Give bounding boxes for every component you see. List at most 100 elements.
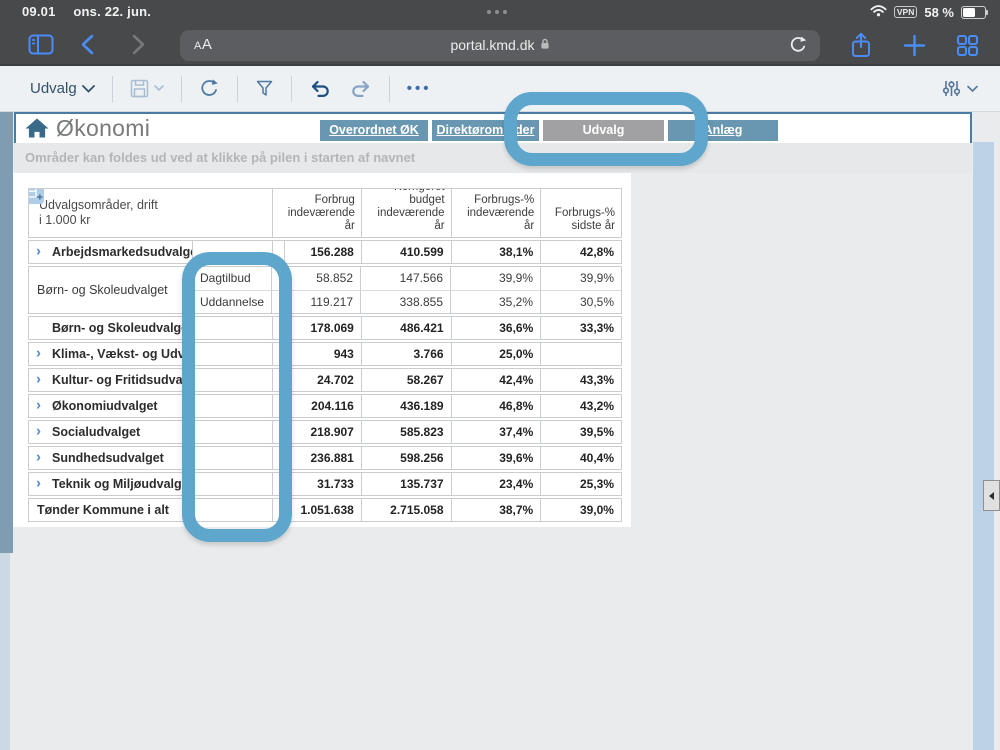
row-label-text: Teknik og Miljøudvalget [52, 477, 193, 491]
url-text: portal.kmd.dk [450, 37, 534, 53]
vpn-badge: VPN [894, 6, 917, 19]
budget-table: Udvalgsområder, drift i 1.000 kr Forbrug… [28, 188, 622, 524]
expand-chevron-icon[interactable]: › [36, 474, 41, 491]
value-cell: 25,0% [452, 343, 542, 365]
battery-icon [961, 6, 986, 19]
value-cell: 585.823 [362, 421, 452, 443]
value-cell: 38,7% [452, 499, 542, 521]
value-cell: 24.702 [285, 369, 362, 391]
value-cell: 156.288 [285, 241, 362, 263]
column-header: Forbrug indeværende år [273, 189, 362, 237]
table-row: ›Teknik og Miljøudvalget31.733135.73723,… [28, 472, 622, 496]
multitasking-dots-icon [487, 10, 507, 14]
value-cell: 37,4% [452, 421, 542, 443]
value-cell: 119.217 [284, 291, 361, 314]
app-toolbar: Udvalg ••• [0, 66, 1000, 112]
wifi-icon [870, 4, 887, 20]
table-row: ›Arbejdsmarkedsudvalget156.288410.59938,… [28, 240, 622, 264]
value-cell: 46,8% [452, 395, 542, 417]
left-border-strip-lower [0, 553, 10, 750]
date: ons. 22. jun. [73, 4, 151, 19]
ipad-screen: { "status_bar": { "time": "09.01", "date… [0, 0, 1000, 750]
value-cell: 3.766 [362, 343, 452, 365]
row-label: › Arbejdsmarkedsudvalget [29, 241, 193, 263]
corner-header-line2: i 1.000 kr [39, 213, 272, 228]
expand-chevron-icon[interactable]: › [36, 396, 41, 413]
value-cell: 33,3% [541, 317, 621, 339]
left-triangle-icon [989, 492, 994, 500]
value-cell: 58.852 [284, 267, 361, 290]
table-row: ›Socialudvalget218.907585.82337,4%39,5% [28, 420, 622, 444]
table-row: ›Kultur- og Fritidsudvalget24.70258.2674… [28, 368, 622, 392]
value-cell: 147.566 [361, 267, 451, 290]
back-button[interactable] [80, 34, 94, 60]
expand-chevron-icon[interactable]: › [36, 242, 41, 259]
row-label-text: Arbejdsmarkedsudvalget [52, 245, 193, 259]
status-bar: 09.01 ons. 22. jun. VPN 58 % [0, 0, 1000, 26]
browser-nav-bar: AA portal.kmd.dk [0, 26, 1000, 66]
value-cell: 39,9% [541, 267, 621, 290]
filter-icon[interactable] [255, 79, 274, 98]
sidebar-icon[interactable] [28, 34, 54, 60]
table-row: Børn- og SkoleudvalgetDagtilbud58.852147… [28, 266, 622, 314]
expand-chevron-icon[interactable]: › [36, 370, 41, 387]
value-cell: 39,6% [452, 447, 542, 469]
table-header-row: Udvalgsområder, drift i 1.000 kr Forbrug… [28, 188, 622, 238]
value-cell: 42,4% [452, 369, 542, 391]
value-cell: 36,6% [452, 317, 542, 339]
expand-chevron-icon[interactable]: › [36, 422, 41, 439]
display-settings-dropdown[interactable] [942, 79, 978, 98]
new-tab-icon[interactable] [903, 34, 926, 62]
share-icon[interactable] [849, 32, 873, 64]
row-label: › Økonomiudvalget [29, 395, 193, 417]
value-cell: 25,3% [541, 473, 621, 495]
table-row: ›Økonomiudvalget204.116436.18946,8%43,2% [28, 394, 622, 418]
row-label: ›Kultur- og Fritidsudvalget [29, 369, 193, 391]
value-cell: 943 [285, 343, 362, 365]
row-label: › Teknik og Miljøudvalget [29, 473, 193, 495]
row-label-text: Klima-, Vækst- og Udviklingsudvalget [52, 347, 193, 361]
row-label-text: Socialudvalget [52, 425, 140, 439]
value-cell: 40,4% [541, 447, 621, 469]
value-cell: 58.267 [362, 369, 452, 391]
expand-chevron-icon[interactable]: › [36, 448, 41, 465]
row-label: › Klima-, Vækst- og Udviklingsudvalget [29, 343, 193, 365]
corner-header-line1: Udvalgsområder, drift [39, 198, 272, 213]
right-panel-strip [973, 142, 994, 750]
tab-overordnet-øk[interactable]: Overordnet ØK [320, 120, 428, 141]
redo-button[interactable] [349, 80, 372, 97]
expand-chevron-icon[interactable]: › [36, 344, 41, 361]
view-selector-dropdown[interactable]: Udvalg [30, 80, 95, 97]
value-cell: 39,9% [451, 267, 541, 290]
address-bar[interactable]: AA portal.kmd.dk [180, 30, 820, 61]
expand-all-icon[interactable] [29, 189, 44, 204]
collapse-panel-button[interactable] [983, 480, 1000, 511]
page-title: Økonomi [56, 115, 150, 142]
clock: 09.01 [22, 4, 56, 19]
row-label-text: Børn- og Skoleudvalget [52, 321, 192, 335]
view-selector-label: Udvalg [30, 80, 77, 97]
forward-button[interactable] [132, 34, 146, 60]
value-cell: 42,8% [541, 241, 621, 263]
row-label-text: Økonomiudvalget [52, 399, 158, 413]
left-border-strip [0, 112, 13, 553]
undo-button[interactable] [309, 80, 332, 97]
row-label-text: Tønder Kommune i alt [37, 503, 169, 517]
value-cell: 35,2% [451, 291, 541, 314]
value-cell: 436.189 [362, 395, 452, 417]
value-cell: 598.256 [362, 447, 452, 469]
home-icon[interactable] [24, 117, 50, 144]
value-cell: 338.855 [361, 291, 451, 314]
tabs-overview-icon[interactable] [956, 34, 979, 62]
save-button[interactable] [130, 79, 164, 98]
value-cell: 2.715.058 [362, 499, 452, 521]
value-cell: 43,3% [541, 369, 621, 391]
value-cell: 410.599 [362, 241, 452, 263]
value-cell: 486.421 [362, 317, 452, 339]
more-button[interactable]: ••• [407, 80, 432, 97]
refresh-button[interactable] [199, 78, 220, 99]
web-content: Økonomi Overordnet ØKDirektørområderUdva… [0, 112, 1000, 750]
hint-text: Områder kan foldes ud ved at klikke på p… [14, 143, 972, 173]
column-header: Korrigeret budget indeværende år [362, 189, 452, 237]
reload-button[interactable] [788, 35, 808, 60]
